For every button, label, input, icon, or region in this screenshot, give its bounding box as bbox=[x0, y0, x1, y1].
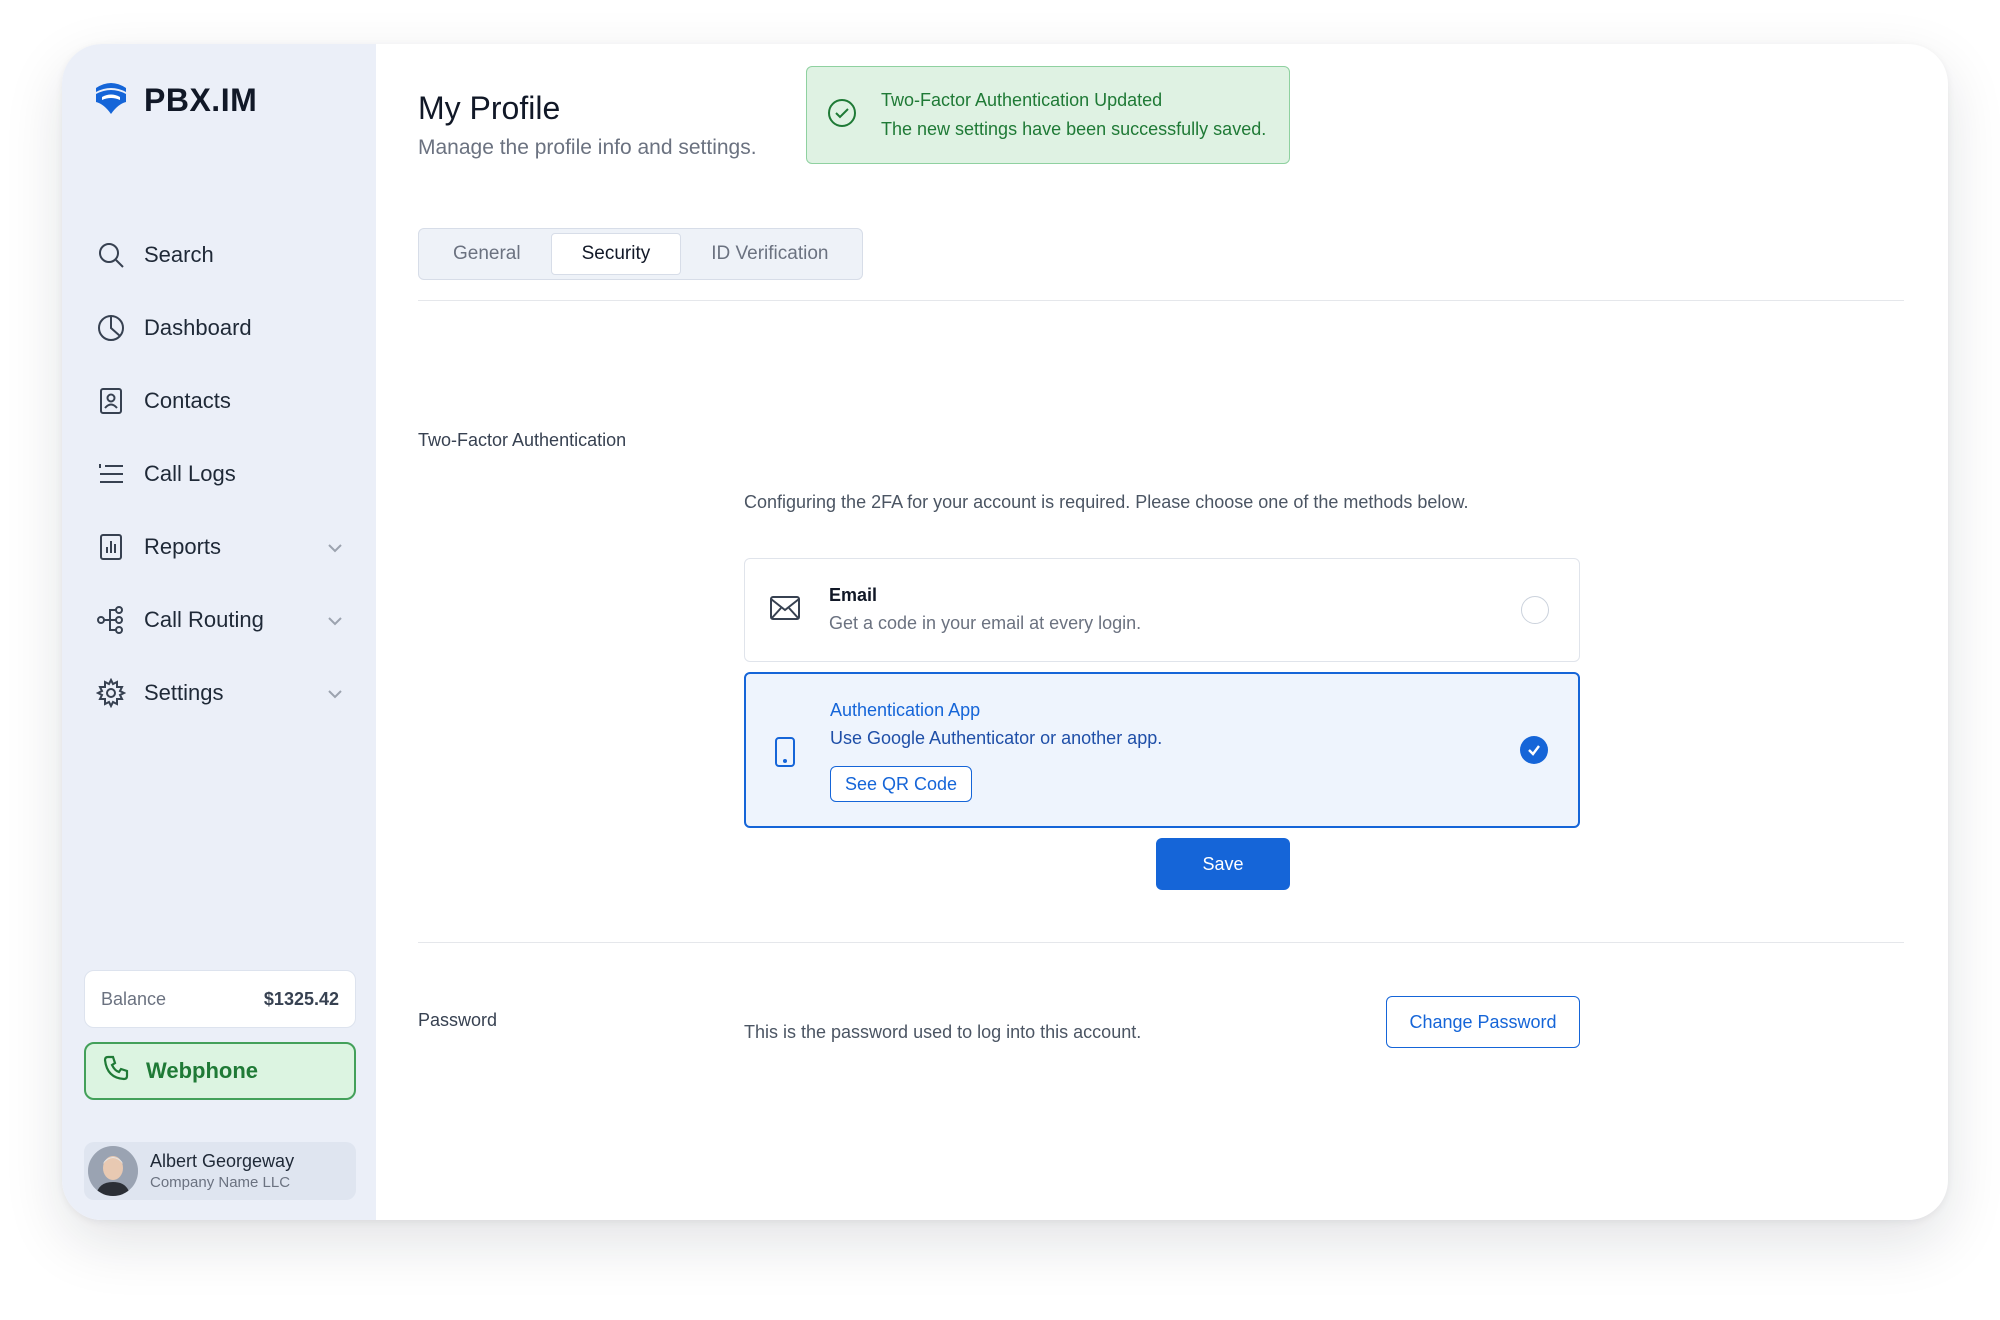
divider bbox=[418, 942, 1904, 943]
success-toast: Two-Factor Authentication Updated The ne… bbox=[806, 66, 1290, 164]
sidebar-item-label: Contacts bbox=[144, 387, 231, 413]
password-description: This is the password used to log into th… bbox=[744, 1022, 1142, 1042]
tab-general[interactable]: General bbox=[423, 233, 551, 275]
balance-label: Balance bbox=[101, 988, 167, 1009]
balance-card: Balance $1325.42 bbox=[84, 970, 356, 1028]
user-name: Albert Georgeway bbox=[150, 1151, 295, 1171]
two-factor-section-label: Two-Factor Authentication bbox=[418, 430, 627, 450]
password-section-label: Password bbox=[418, 1010, 498, 1030]
chevron-down-icon bbox=[326, 534, 344, 560]
chevron-down-icon bbox=[326, 607, 344, 633]
webphone-button[interactable]: Webphone bbox=[84, 1042, 356, 1100]
logo-text: PBX.IM bbox=[144, 82, 258, 118]
routing-icon bbox=[96, 605, 126, 635]
phone-icon bbox=[102, 1054, 130, 1088]
chevron-down-icon bbox=[326, 680, 344, 706]
radio-authentication-app[interactable] bbox=[1520, 736, 1548, 764]
check-icon bbox=[1528, 745, 1540, 756]
tab-security[interactable]: Security bbox=[550, 233, 682, 275]
page-title: My Profile bbox=[418, 90, 561, 126]
sidebar-item-label: Reports bbox=[144, 533, 222, 559]
logo[interactable]: PBX.IM bbox=[92, 80, 257, 121]
balance-value: $1325.42 bbox=[263, 988, 339, 1009]
option-email[interactable]: Email Get a code in your email at every … bbox=[744, 558, 1580, 662]
save-button[interactable]: Save bbox=[1156, 838, 1290, 890]
sidebar-item-call-logs[interactable]: Call Logs bbox=[96, 437, 356, 510]
sidebar-item-label: Dashboard bbox=[144, 314, 252, 340]
avatar bbox=[88, 1146, 138, 1196]
contact-book-icon bbox=[96, 386, 126, 416]
toast-title: Two-Factor Authentication Updated bbox=[881, 90, 1163, 110]
sidebar-item-label: Search bbox=[144, 241, 214, 267]
pie-chart-icon bbox=[96, 313, 126, 343]
profile-tabs: General Security ID Verification bbox=[418, 228, 864, 280]
option-authentication-app[interactable]: Authentication App Use Google Authentica… bbox=[744, 672, 1580, 828]
webphone-label: Webphone bbox=[146, 1058, 259, 1083]
search-icon bbox=[96, 240, 126, 270]
smartphone-icon bbox=[774, 736, 796, 773]
bar-chart-icon bbox=[96, 532, 126, 562]
option-title: Authentication App bbox=[830, 700, 981, 720]
user-profile-card[interactable]: Albert Georgeway Company Name LLC bbox=[84, 1142, 356, 1200]
user-company: Company Name LLC bbox=[150, 1174, 291, 1191]
sidebar-item-label: Call Logs bbox=[144, 460, 236, 486]
pbx-logo-icon bbox=[92, 80, 130, 121]
list-icon bbox=[96, 459, 126, 489]
sidebar-item-label: Call Routing bbox=[144, 606, 264, 632]
two-factor-description: Configuring the 2FA for your account is … bbox=[744, 492, 1469, 512]
option-title: Email bbox=[829, 585, 878, 605]
envelope-icon bbox=[769, 595, 801, 626]
sidebar-item-reports[interactable]: Reports bbox=[96, 510, 356, 583]
sidebar-item-settings[interactable]: Settings bbox=[96, 656, 356, 729]
sidebar-item-search[interactable]: Search bbox=[96, 218, 356, 291]
sidebar-item-dashboard[interactable]: Dashboard bbox=[96, 291, 356, 364]
sidebar: PBX.IM Search Dashboard Contacts Call Lo… bbox=[62, 44, 376, 1220]
check-circle-icon bbox=[827, 98, 857, 133]
radio-email[interactable] bbox=[1521, 596, 1549, 624]
app-window: PBX.IM Search Dashboard Contacts Call Lo… bbox=[62, 44, 1948, 1220]
option-description: Get a code in your email at every login. bbox=[829, 613, 1142, 633]
tab-id-verification[interactable]: ID Verification bbox=[681, 233, 858, 275]
sidebar-nav: Search Dashboard Contacts Call Logs Repo… bbox=[96, 218, 356, 729]
change-password-button[interactable]: Change Password bbox=[1386, 996, 1580, 1048]
sidebar-item-contacts[interactable]: Contacts bbox=[96, 364, 356, 437]
main-content: My Profile Manage the profile info and s… bbox=[376, 44, 1948, 1220]
divider bbox=[418, 300, 1904, 301]
see-qr-code-button[interactable]: See QR Code bbox=[830, 766, 973, 802]
toast-message: The new settings have been successfully … bbox=[881, 119, 1267, 139]
sidebar-item-call-routing[interactable]: Call Routing bbox=[96, 583, 356, 656]
sidebar-item-label: Settings bbox=[144, 679, 224, 705]
gear-icon bbox=[96, 677, 126, 708]
page-subtitle: Manage the profile info and settings. bbox=[418, 136, 757, 159]
option-description: Use Google Authenticator or another app. bbox=[830, 728, 1163, 748]
